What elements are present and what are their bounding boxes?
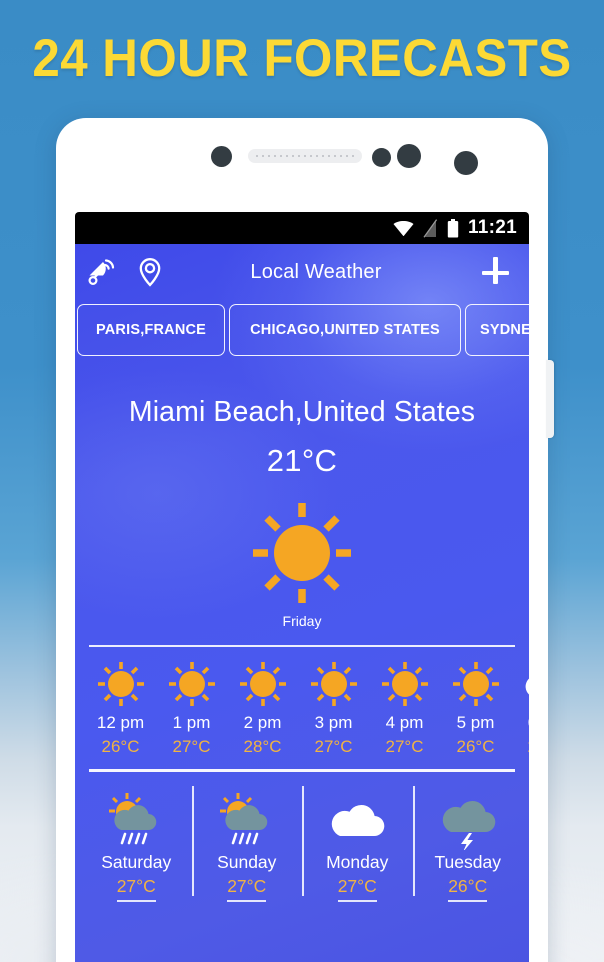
list-item[interactable]: 6 pm 25°C bbox=[511, 661, 529, 757]
sun-icon bbox=[156, 661, 227, 707]
list-item[interactable]: 3 pm 27°C bbox=[298, 661, 369, 757]
status-bar-clock: 11:21 bbox=[467, 217, 517, 238]
satellite-dish-icon[interactable] bbox=[85, 255, 119, 289]
hour-time: 1 pm bbox=[172, 713, 211, 732]
day-temp: 27°C bbox=[337, 876, 377, 902]
current-weather: Miami Beach,United States 21°C Friday bbox=[75, 360, 529, 629]
signal-off-icon bbox=[423, 218, 438, 238]
cloud-icon bbox=[511, 661, 529, 707]
day-temp: 26°C bbox=[448, 876, 488, 902]
battery-icon bbox=[447, 218, 459, 238]
sun-rain-icon bbox=[196, 790, 299, 850]
day-name: Monday bbox=[326, 851, 389, 872]
current-city-name: Miami Beach,United States bbox=[128, 396, 476, 428]
list-item[interactable]: Tuesday 26°C bbox=[412, 785, 524, 902]
hourly-forecast-list[interactable]: 12 pm 26°C 1 pm 27°C 2 pm 28°C 3 pm 27°C… bbox=[75, 647, 529, 757]
weather-app: Local Weather PARIS,FRANCE CHICAGO,UNITE… bbox=[75, 244, 529, 962]
secondary-camera-icon bbox=[454, 151, 478, 175]
hour-time: 12 pm bbox=[96, 713, 145, 732]
day-name: Saturday bbox=[101, 851, 172, 872]
cloud-icon bbox=[306, 790, 409, 850]
hour-time: 4 pm bbox=[385, 713, 424, 732]
page-title: 24 HOUR FORECASTS bbox=[32, 29, 572, 88]
current-temperature: 21°C bbox=[266, 443, 338, 478]
app-title: Local Weather bbox=[250, 260, 382, 283]
hour-time: 6 pm bbox=[511, 713, 529, 733]
list-item[interactable]: 2 pm 28°C bbox=[227, 661, 298, 757]
hour-temp: 27°C bbox=[385, 737, 424, 756]
light-sensor-icon bbox=[397, 144, 421, 168]
status-bar: 11:21 bbox=[75, 212, 529, 244]
hour-temp: 27°C bbox=[314, 737, 353, 756]
tab-paris[interactable]: PARIS,FRANCE bbox=[77, 304, 225, 356]
day-temp: 27°C bbox=[227, 876, 267, 902]
daily-forecast-list[interactable]: Saturday 27°C Sunday 27°C Monday 27°C Tu… bbox=[75, 772, 529, 902]
list-item[interactable]: Monday 27°C bbox=[302, 785, 413, 902]
add-city-button[interactable] bbox=[475, 252, 515, 292]
day-name: Sunday bbox=[217, 851, 277, 872]
sun-icon bbox=[85, 661, 156, 707]
front-camera-icon bbox=[211, 146, 232, 167]
sun-icon bbox=[440, 661, 511, 707]
proximity-sensor-icon bbox=[372, 148, 391, 167]
list-item[interactable]: 1 pm 27°C bbox=[156, 661, 227, 757]
day-temp: 27°C bbox=[116, 876, 156, 902]
hour-temp: 25°C bbox=[511, 737, 530, 757]
sun-rain-icon bbox=[85, 790, 188, 850]
list-item[interactable]: 4 pm 27°C bbox=[369, 661, 440, 757]
tab-chicago[interactable]: CHICAGO,UNITED STATES bbox=[229, 304, 461, 356]
day-name: Tuesday bbox=[434, 851, 501, 872]
storm-icon bbox=[417, 790, 520, 850]
list-item[interactable]: Sunday 27°C bbox=[191, 785, 303, 902]
list-item[interactable]: 5 pm 26°C bbox=[440, 661, 511, 757]
hour-time: 2 pm bbox=[243, 713, 282, 732]
phone-top-bezel bbox=[56, 118, 548, 206]
city-tabs[interactable]: PARIS,FRANCE CHICAGO,UNITED STATES SYDNE bbox=[75, 300, 529, 360]
phone-side-button[interactable] bbox=[546, 360, 554, 438]
hour-temp: 26°C bbox=[456, 737, 495, 756]
hour-temp: 28°C bbox=[243, 737, 282, 756]
hour-temp: 26°C bbox=[101, 737, 140, 756]
hour-time: 5 pm bbox=[456, 713, 495, 732]
location-pin-icon[interactable] bbox=[133, 255, 167, 289]
phone-mockup: 11:21 Local Weather PARIS,FRANCE CHICAGO… bbox=[56, 118, 554, 962]
current-day-label: Friday bbox=[282, 613, 322, 629]
sun-icon bbox=[298, 661, 369, 707]
list-item[interactable]: 12 pm 26°C bbox=[85, 661, 156, 757]
wifi-icon bbox=[393, 220, 414, 236]
earpiece-speaker bbox=[248, 149, 362, 163]
sun-icon bbox=[237, 501, 367, 605]
hour-time: 3 pm bbox=[314, 713, 353, 732]
phone-screen: 11:21 Local Weather PARIS,FRANCE CHICAGO… bbox=[75, 212, 529, 962]
sun-icon bbox=[227, 661, 298, 707]
app-bar: Local Weather bbox=[75, 244, 529, 300]
sun-icon bbox=[369, 661, 440, 707]
tab-sydney[interactable]: SYDNE bbox=[465, 304, 529, 356]
hour-temp: 27°C bbox=[172, 737, 211, 756]
list-item[interactable]: Saturday 27°C bbox=[81, 790, 192, 902]
